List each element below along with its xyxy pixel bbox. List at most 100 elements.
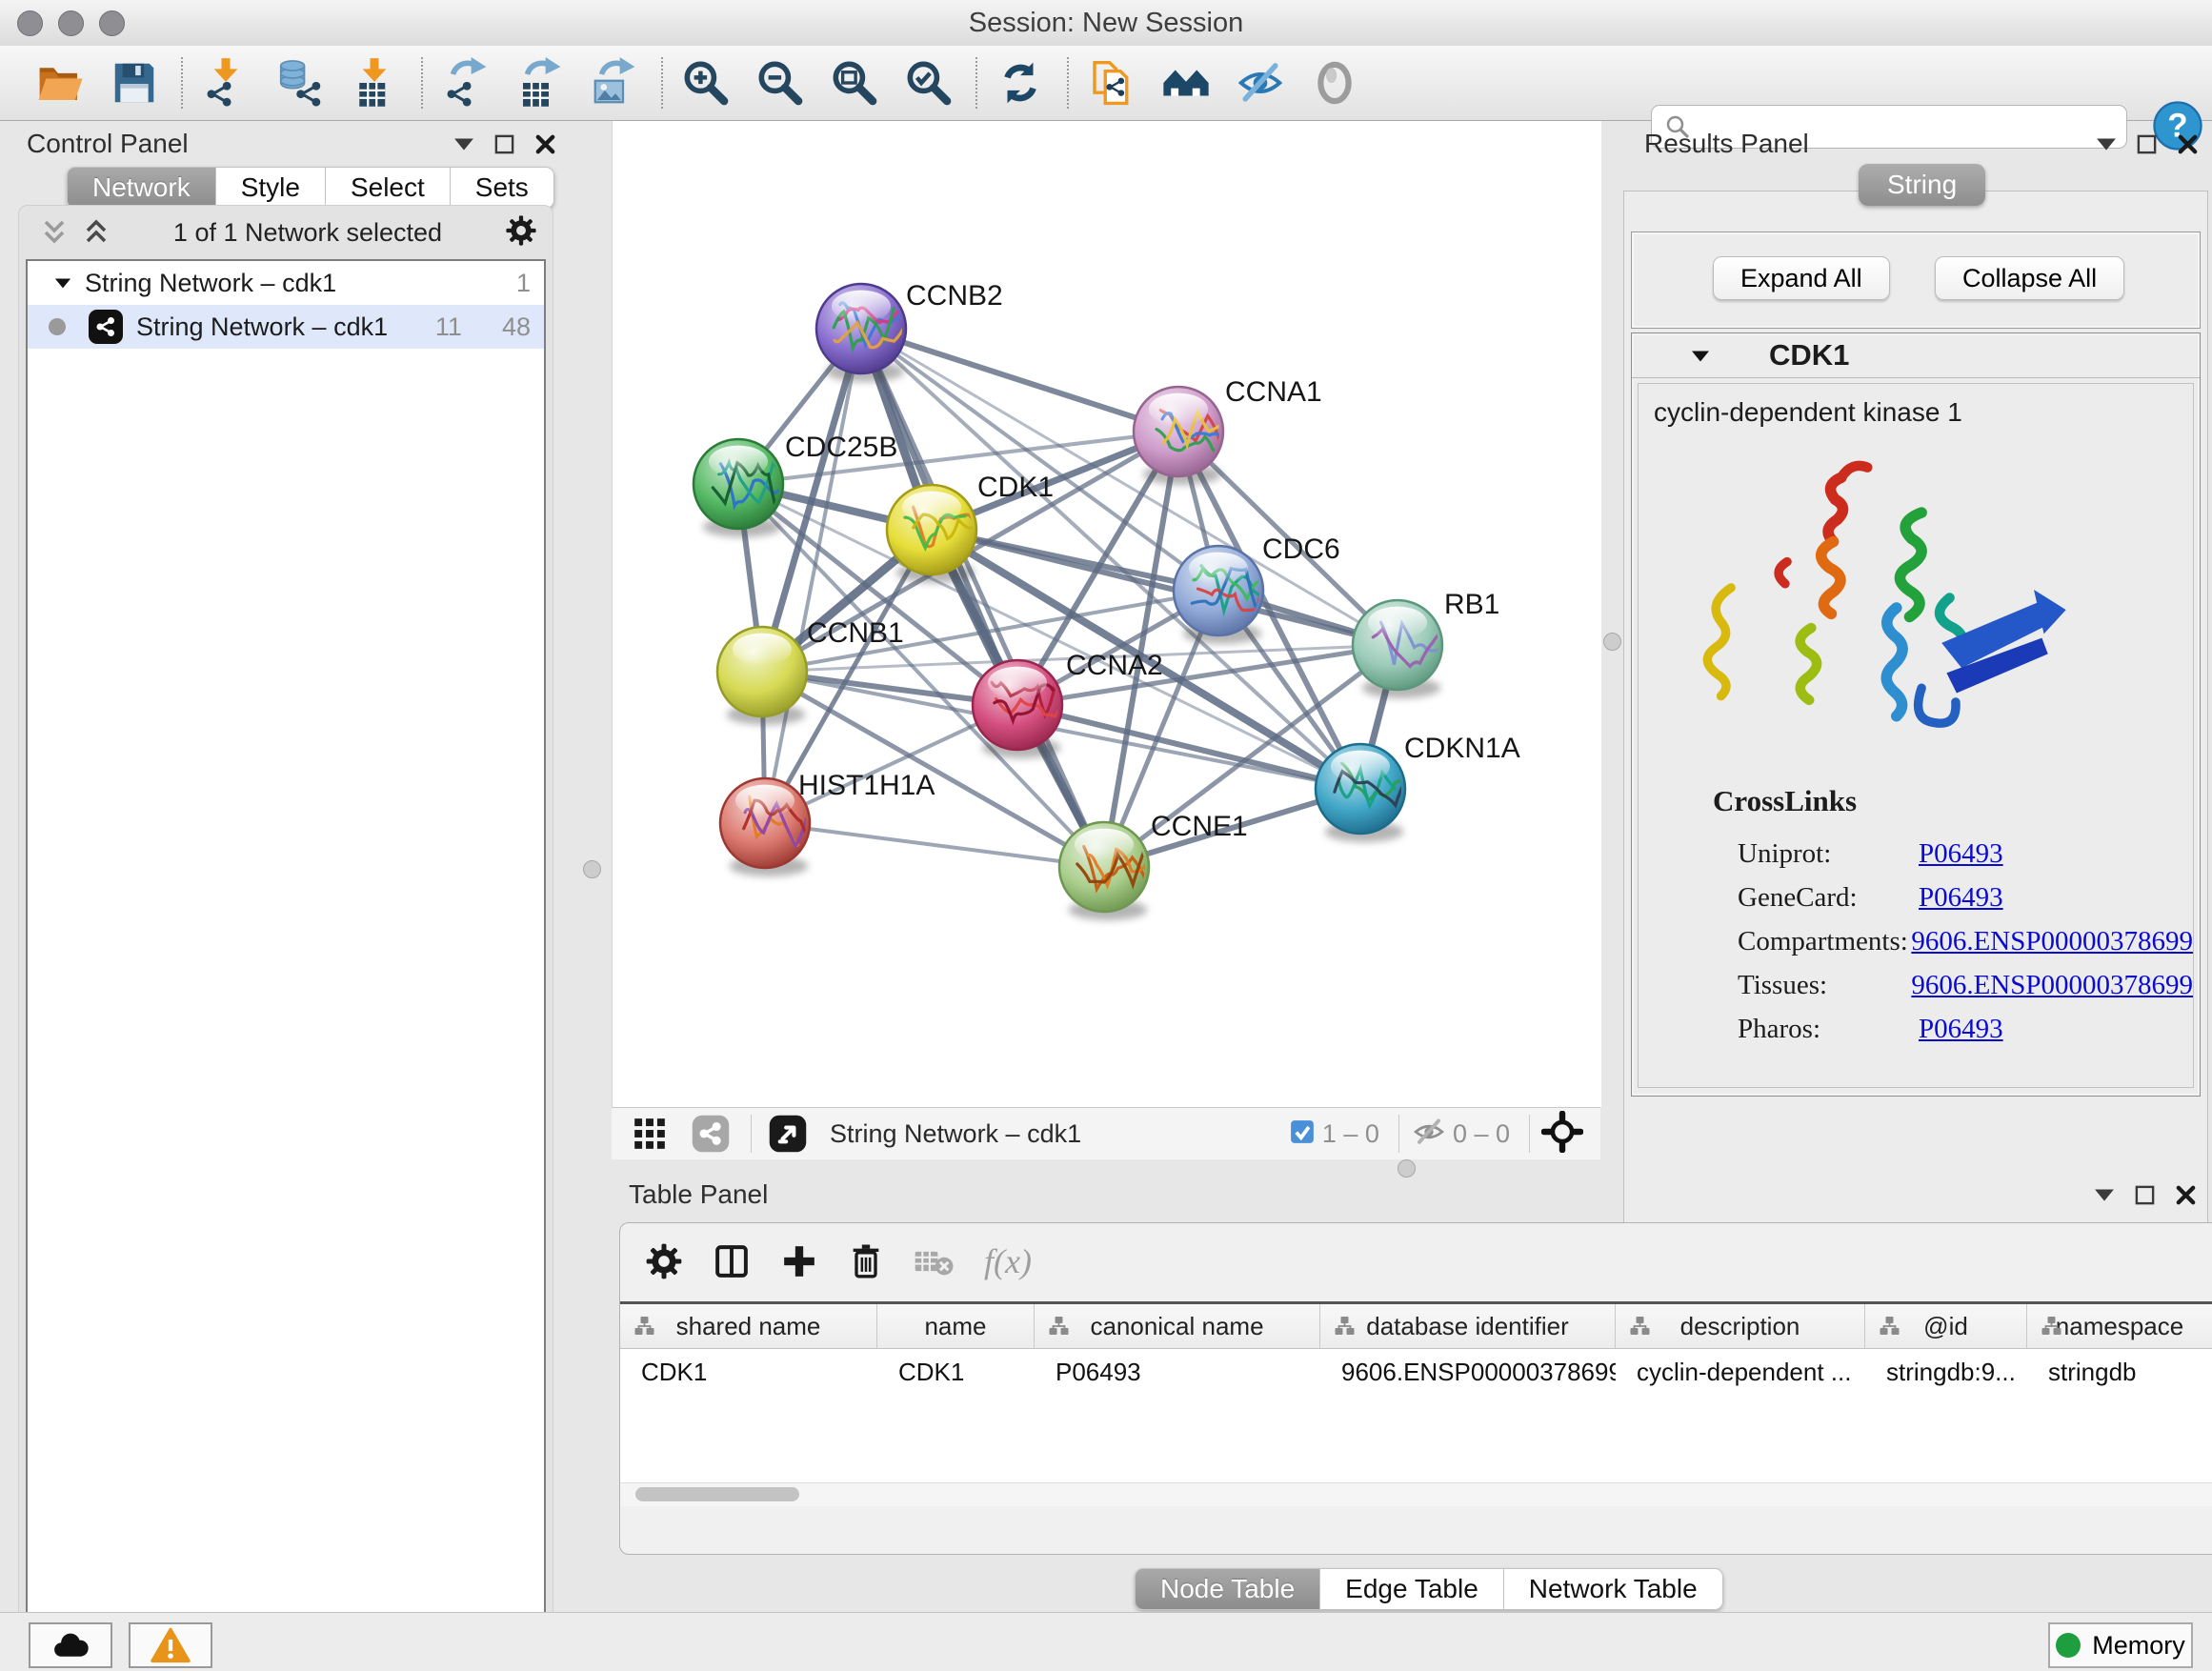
save-session-icon <box>109 57 160 109</box>
panel-menu-caret-icon[interactable] <box>453 136 474 151</box>
column-header-namespace[interactable]: namespace <box>2027 1304 2212 1348</box>
toolbar-divider <box>975 57 977 109</box>
column-header-name[interactable]: name <box>877 1304 1035 1348</box>
grid-view-icon[interactable] <box>625 1112 674 1156</box>
crosslink-value-link[interactable]: P06493 <box>1919 838 2003 869</box>
current-network-title: String Network – cdk1 <box>830 1119 1081 1149</box>
import-table-button[interactable] <box>343 51 406 114</box>
cloud-icon <box>50 1628 91 1662</box>
section-expander-icon[interactable] <box>1691 349 1710 363</box>
network-list: String Network – cdk1 1 String Network –… <box>26 259 546 1671</box>
node-label-CCNA1: CCNA1 <box>1225 376 1322 408</box>
network-row-selected[interactable]: String Network – cdk1 11 48 <box>28 305 544 349</box>
column-header-@id[interactable]: @id <box>1865 1304 2027 1348</box>
hide-selected-button[interactable] <box>1229 51 1292 114</box>
column-header-database-identifier[interactable]: database identifier <box>1320 1304 1616 1348</box>
node-label-CCNB2: CCNB2 <box>906 280 1003 312</box>
close-panel-icon[interactable] <box>2177 133 2199 155</box>
table-row[interactable]: CDK1CDK1P064939606.ENSP00000378699cyclin… <box>620 1349 2212 1393</box>
collapse-all-button[interactable]: Collapse All <box>1935 256 2124 300</box>
tab-node-table[interactable]: Node Table <box>1135 1568 1320 1610</box>
open-session-button[interactable] <box>29 51 91 114</box>
node-count: 11 <box>435 312 462 342</box>
control-panel-tabs: NetworkStyleSelectSets <box>67 167 554 209</box>
float-panel-icon[interactable] <box>2136 133 2158 155</box>
edge <box>765 329 861 823</box>
tab-string[interactable]: String <box>1859 164 1985 206</box>
create-column-icon[interactable] <box>780 1242 818 1280</box>
network-canvas[interactable]: CCNB2CCNA1CDC25BCDK1CDC6RB1CCNB1CCNA2CDK… <box>612 121 1601 1107</box>
cytoscape-window: Session: New Session ? Control Panel <box>0 0 2212 1671</box>
tab-sets[interactable]: Sets <box>451 167 554 209</box>
scrollbar-thumb[interactable] <box>635 1487 799 1501</box>
zoom-in-button[interactable] <box>674 51 737 114</box>
node-label-CDK1: CDK1 <box>977 472 1054 503</box>
expand-all-networks-icon[interactable] <box>82 218 111 247</box>
column-header-shared-name[interactable]: shared name <box>620 1304 877 1348</box>
refresh-button[interactable] <box>989 51 1052 114</box>
save-session-button[interactable] <box>103 51 166 114</box>
export-image-button[interactable] <box>583 51 646 114</box>
selected-checkbox-icon[interactable] <box>1288 1117 1317 1151</box>
cloud-status-button[interactable] <box>29 1622 112 1668</box>
tab-select[interactable]: Select <box>326 167 451 209</box>
node-label-CDC6: CDC6 <box>1262 534 1340 565</box>
left-splitter-handle[interactable] <box>583 860 601 878</box>
import-network-database-button[interactable] <box>269 51 332 114</box>
network-tab-panel: 1 of 1 Network selected String Network –… <box>18 205 553 1671</box>
tab-network[interactable]: Network <box>67 167 216 209</box>
network-view-dot-icon <box>49 318 66 335</box>
zoom-selected-button[interactable] <box>897 51 960 114</box>
show-columns-icon[interactable] <box>712 1241 752 1281</box>
node-table: shared namenamecanonical namedatabase id… <box>620 1301 2212 1482</box>
network-badge-icon[interactable] <box>686 1112 735 1156</box>
import-network-database-icon <box>274 57 326 109</box>
network-options-gear-icon[interactable] <box>505 214 537 252</box>
table-panel-title: Table Panel <box>629 1179 768 1210</box>
first-neighbors-button[interactable] <box>1155 51 1217 114</box>
zoom-fit-button[interactable] <box>823 51 886 114</box>
memory-label: Memory <box>2092 1631 2185 1661</box>
delete-column-icon[interactable] <box>847 1241 885 1281</box>
table-options-gear-icon[interactable] <box>645 1242 683 1280</box>
tree-expander-icon[interactable] <box>54 276 71 290</box>
crosslink-value-link[interactable]: 9606.ENSP00000378699 <box>1911 970 2193 1000</box>
memory-button[interactable]: Memory <box>2048 1622 2193 1668</box>
float-panel-icon[interactable] <box>2134 1184 2156 1206</box>
export-table-button[interactable] <box>509 51 572 114</box>
birds-eye-view-icon[interactable] <box>763 1112 813 1156</box>
zoom-out-button[interactable] <box>749 51 812 114</box>
import-network-file-button[interactable] <box>194 51 257 114</box>
network-label: String Network – cdk1 <box>136 312 388 342</box>
tab-edge-table[interactable]: Edge Table <box>1320 1568 1504 1610</box>
crosslink-value-link[interactable]: P06493 <box>1919 882 2003 913</box>
main-toolbar: ? <box>0 46 2212 121</box>
hidden-eye-slash-icon[interactable] <box>1411 1116 1447 1153</box>
close-panel-icon[interactable] <box>2175 1184 2197 1206</box>
right-splitter-handle[interactable] <box>1603 633 1621 651</box>
show-all-button[interactable] <box>1303 51 1366 114</box>
clone-network-button[interactable] <box>1080 51 1143 114</box>
float-panel-icon[interactable] <box>493 133 515 155</box>
table-type-tabs: Node TableEdge TableNetwork Table <box>1135 1568 1723 1610</box>
tab-style[interactable]: Style <box>216 167 326 209</box>
collapse-all-networks-icon[interactable] <box>40 218 69 247</box>
export-network-button[interactable] <box>434 51 497 114</box>
table-cell: stringdb <box>2027 1349 2212 1393</box>
tab-network-table[interactable]: Network Table <box>1504 1568 1723 1610</box>
panel-menu-caret-icon[interactable] <box>2094 1187 2115 1202</box>
panel-menu-caret-icon[interactable] <box>2096 136 2117 151</box>
column-header-description[interactable]: description <box>1616 1304 1865 1348</box>
network-collection-row[interactable]: String Network – cdk1 1 <box>28 261 544 305</box>
table-horizontal-scrollbar[interactable] <box>620 1482 2212 1506</box>
warnings-button[interactable] <box>129 1622 212 1668</box>
expand-all-button[interactable]: Expand All <box>1713 256 1890 300</box>
crosslink-value-link[interactable]: 9606.ENSP00000378699 <box>1911 926 2193 956</box>
close-panel-icon[interactable] <box>534 133 556 155</box>
gene-section-header[interactable]: CDK1 <box>1632 333 2200 378</box>
crosslink-value-link[interactable]: P06493 <box>1919 1014 2003 1044</box>
zoom-in-icon <box>680 57 732 109</box>
column-header-canonical-name[interactable]: canonical name <box>1035 1304 1320 1348</box>
node-selection-mode-icon[interactable] <box>1541 1111 1583 1158</box>
crosslink-label: GeneCard: <box>1639 882 1919 914</box>
